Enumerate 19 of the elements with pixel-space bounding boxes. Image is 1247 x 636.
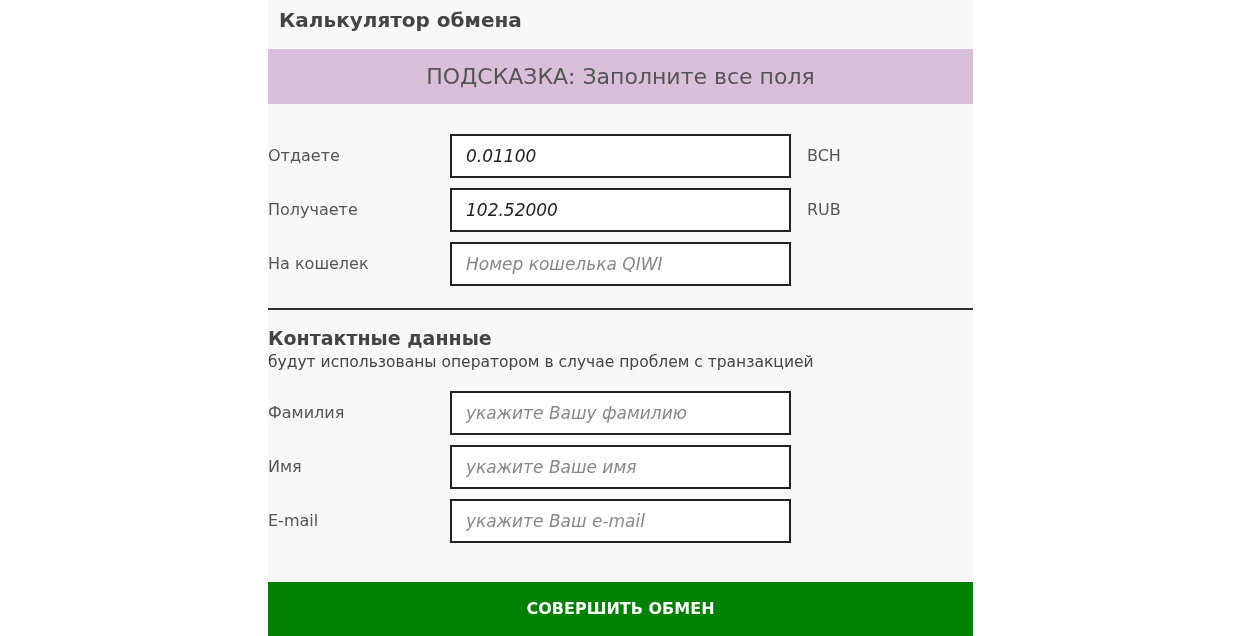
- field-label: Фамилия: [268, 402, 346, 424]
- calculator-title: Калькулятор обмена: [278, 7, 523, 34]
- currency-label: BCH: [807, 145, 841, 167]
- input-field[interactable]: Номер кошелька QIWI: [450, 242, 791, 286]
- input-field[interactable]: 102.52000: [450, 188, 791, 232]
- currency-label: RUB: [807, 199, 841, 221]
- field-label: Получаете: [268, 199, 359, 221]
- contact-subtitle: будут использованы оператором в случае проблем с транзакцией: [268, 351, 815, 373]
- submit-button[interactable]: СОВЕРШИТЬ ОБМЕН: [268, 582, 973, 636]
- input-field[interactable]: 0.01100: [450, 134, 791, 178]
- field-label: На кошелек: [268, 253, 370, 275]
- field-label: Отдаете: [268, 145, 341, 167]
- input-field[interactable]: укажите Вашу фамилию: [450, 391, 791, 435]
- field-label: E-mail: [268, 510, 320, 532]
- contact-heading: Контактные данные: [268, 327, 493, 351]
- input-field[interactable]: укажите Ваш e-mail: [450, 499, 791, 543]
- input-field[interactable]: укажите Ваше имя: [450, 445, 791, 489]
- hint-banner: ПОДСКАЗКА: Заполните все поля: [268, 49, 973, 104]
- field-label: Имя: [268, 456, 303, 478]
